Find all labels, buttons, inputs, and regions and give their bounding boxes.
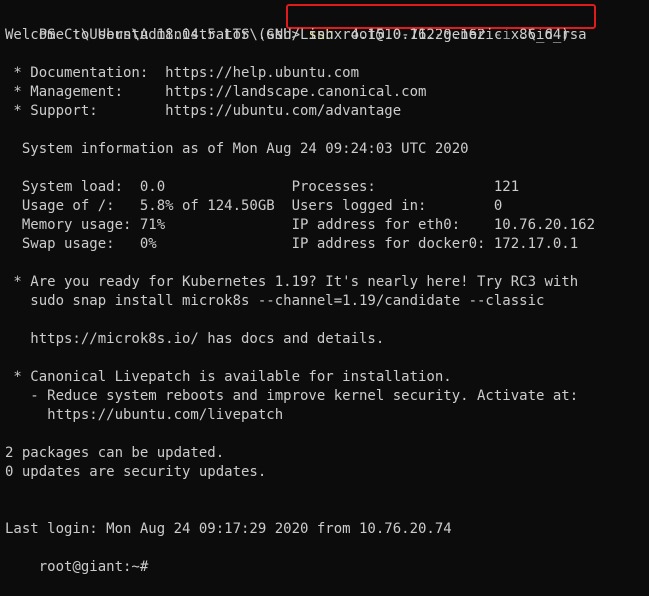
livepatch-line: https://ubuntu.com/livepatch: [5, 407, 284, 423]
updates-line: 2 packages can be updated.: [5, 445, 225, 461]
shell-prompt: root@giant:~#: [38, 559, 157, 575]
management-line: * Management: https://landscape.canonica…: [5, 83, 426, 102]
documentation-url: https://help.ubuntu.com: [165, 65, 360, 81]
kubernetes-line: * Are you ready for Kubernetes 1.19? It'…: [5, 274, 579, 290]
livepatch-line: * Canonical Livepatch is available for i…: [5, 369, 452, 385]
sysinfo-left: Swap usage: 0%: [5, 236, 292, 252]
sysinfo-right: IP address for docker0: 172.17.0.1: [291, 236, 579, 252]
sysinfo-right: Users logged in: 0: [291, 198, 503, 214]
sysinfo-row: Usage of /: 5.8% of 124.50GB Users logge…: [5, 197, 502, 216]
last-login-line: Last login: Mon Aug 24 09:17:29 2020 fro…: [5, 521, 452, 537]
shell-prompt-line[interactable]: root@giant:~#: [5, 539, 165, 575]
support-label: * Support:: [5, 103, 166, 119]
management-url: https://landscape.canonical.com: [165, 84, 427, 100]
sysinfo-left: Usage of /: 5.8% of 124.50GB: [5, 198, 292, 214]
kubernetes-line: sudo snap install microk8s --channel=1.1…: [5, 293, 545, 309]
support-line: * Support: https://ubuntu.com/advantage: [5, 102, 401, 121]
sysinfo-left: System load: 0.0: [5, 179, 292, 195]
welcome-line: Welcome to Ubuntu 18.04.5 LTS (GNU/Linux…: [5, 27, 570, 43]
kubernetes-line: https://microk8s.io/ has docs and detail…: [5, 331, 385, 347]
terminal-window[interactable]: PS C:\Users\Administrator\.ssh> ssh root…: [0, 0, 649, 575]
sysinfo-row: System load: 0.0 Processes: 121: [5, 178, 519, 197]
sysinfo-left: Memory usage: 71%: [5, 217, 292, 233]
support-url: https://ubuntu.com/advantage: [165, 103, 402, 119]
updates-line: 0 updates are security updates.: [5, 464, 267, 480]
sysinfo-right: IP address for eth0: 10.76.20.162: [291, 217, 596, 233]
sysinfo-heading: System information as of Mon Aug 24 09:2…: [5, 141, 469, 157]
sysinfo-row: Memory usage: 71% IP address for eth0: 1…: [5, 216, 595, 235]
documentation-line: * Documentation: https://help.ubuntu.com: [5, 64, 359, 83]
management-label: * Management:: [5, 84, 166, 100]
sysinfo-row: Swap usage: 0% IP address for docker0: 1…: [5, 235, 578, 254]
sysinfo-right: Processes: 121: [291, 179, 520, 195]
livepatch-line: - Reduce system reboots and improve kern…: [5, 388, 579, 404]
text-cursor: [157, 558, 165, 573]
documentation-label: * Documentation:: [5, 65, 166, 81]
